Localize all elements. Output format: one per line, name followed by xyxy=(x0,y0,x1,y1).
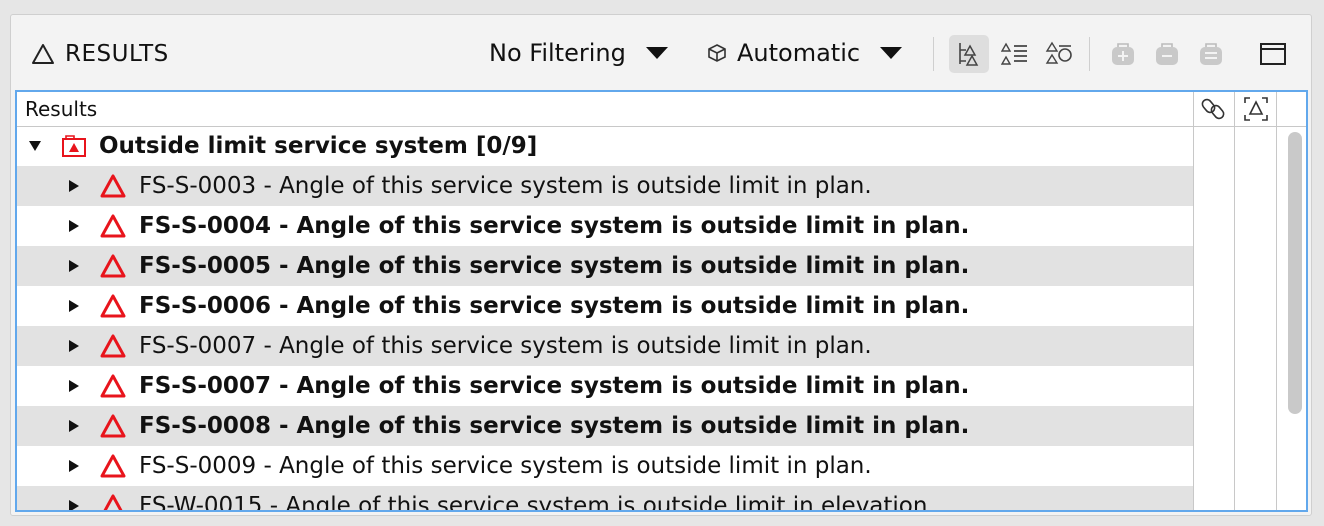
group-row[interactable]: Outside limit service system [0/9] xyxy=(17,126,1193,166)
toolbar-separator xyxy=(933,37,934,71)
list-view-button[interactable] xyxy=(995,35,1035,73)
group-label: Outside limit service system [0/9] xyxy=(99,133,538,159)
column-divider xyxy=(1193,126,1194,510)
chevron-down-icon xyxy=(880,47,903,59)
expand-arrow-icon[interactable] xyxy=(69,500,79,510)
result-row[interactable]: FS-S-0007 - Angle of this service system… xyxy=(17,326,1193,366)
remove-icon xyxy=(1156,43,1178,65)
result-rows: Outside limit service system [0/9] FS-S-… xyxy=(17,126,1193,512)
result-row-label: FS-S-0006 - Angle of this service system… xyxy=(139,293,970,319)
list-view-icon xyxy=(1001,42,1027,65)
results-tree[interactable]: Results Outside limit service system [0/… xyxy=(15,90,1308,512)
column-header-row: Results xyxy=(17,92,1306,127)
expand-arrow-icon[interactable] xyxy=(69,460,79,472)
collapse-arrow-icon[interactable] xyxy=(29,141,41,151)
expand-arrow-icon[interactable] xyxy=(69,380,79,392)
clear-button[interactable] xyxy=(1191,35,1231,73)
mode-dropdown[interactable]: Automatic xyxy=(705,37,903,69)
result-row-label: FS-S-0005 - Angle of this service system… xyxy=(139,253,970,279)
result-row[interactable]: FS-S-0008 - Angle of this service system… xyxy=(17,406,1193,446)
header-filler xyxy=(1276,92,1297,126)
expand-arrow-icon[interactable] xyxy=(69,180,79,192)
add-button[interactable] xyxy=(1103,35,1143,73)
result-row-label: FS-S-0007 - Angle of this service system… xyxy=(139,333,872,359)
warning-triangle-icon xyxy=(103,494,123,510)
results-panel: RESULTS No Filtering Automatic Results O… xyxy=(10,14,1312,516)
warning-triangle-icon xyxy=(100,254,126,278)
warning-outline-icon xyxy=(32,44,54,64)
tree-view-button[interactable] xyxy=(949,35,989,73)
column-divider xyxy=(1276,126,1277,510)
chevron-down-icon xyxy=(645,47,668,59)
window-button[interactable] xyxy=(1253,35,1293,73)
filter-dropdown[interactable]: No Filtering xyxy=(489,37,668,69)
result-row[interactable]: FS-S-0005 - Angle of this service system… xyxy=(17,246,1193,286)
remove-button[interactable] xyxy=(1147,35,1187,73)
panel-toolbar: RESULTS No Filtering Automatic xyxy=(11,15,1311,91)
warning-triangle-icon xyxy=(100,174,126,198)
warning-triangle-icon xyxy=(100,214,126,238)
result-row[interactable]: FS-S-0007 - Angle of this service system… xyxy=(17,366,1193,406)
clear-icon xyxy=(1200,43,1222,65)
cube-icon xyxy=(708,44,726,62)
toolbar-separator xyxy=(1089,37,1090,71)
result-row-label: FS-S-0008 - Angle of this service system… xyxy=(139,413,970,439)
result-row-label: FS-S-0004 - Angle of this service system… xyxy=(139,213,970,239)
warning-triangle-icon xyxy=(100,294,126,318)
expand-arrow-icon[interactable] xyxy=(69,220,79,232)
link-column-header[interactable] xyxy=(1193,92,1234,126)
window-icon xyxy=(1260,43,1286,65)
expand-arrow-icon[interactable] xyxy=(69,300,79,312)
column-divider xyxy=(1234,126,1235,510)
warning-triangle-icon xyxy=(100,414,126,438)
warning-triangle-icon xyxy=(100,374,126,398)
expand-arrow-icon[interactable] xyxy=(69,340,79,352)
link-icon xyxy=(1201,98,1225,120)
mode-dropdown-label: Automatic xyxy=(737,39,861,67)
result-row-label: FS-S-0003 - Angle of this service system… xyxy=(139,173,872,199)
result-row[interactable]: FS-S-0006 - Angle of this service system… xyxy=(17,286,1193,326)
results-column-header[interactable]: Results xyxy=(25,97,97,121)
group-warning-icon xyxy=(62,135,86,157)
result-row-label: FS-W-0015 - Angle of this service system… xyxy=(139,493,935,512)
add-icon xyxy=(1112,43,1134,65)
tag-icon xyxy=(1244,97,1268,121)
expand-arrow-icon[interactable] xyxy=(69,420,79,432)
result-row[interactable]: FS-W-0015 - Angle of this service system… xyxy=(17,486,1193,512)
result-row[interactable]: FS-S-0003 - Angle of this service system… xyxy=(17,166,1193,206)
result-row[interactable]: FS-S-0009 - Angle of this service system… xyxy=(17,446,1193,486)
tag-column-header[interactable] xyxy=(1234,92,1277,126)
tree-view-icon xyxy=(959,43,979,66)
result-row[interactable]: FS-S-0004 - Angle of this service system… xyxy=(17,206,1193,246)
vertical-scrollbar[interactable] xyxy=(1288,132,1302,414)
group-view-button[interactable] xyxy=(1039,35,1079,73)
panel-title: RESULTS xyxy=(31,39,169,69)
warning-triangle-icon xyxy=(100,334,126,358)
group-view-icon xyxy=(1045,41,1072,64)
result-row-label: FS-S-0009 - Angle of this service system… xyxy=(139,453,872,479)
filter-dropdown-label: No Filtering xyxy=(489,39,626,67)
expand-arrow-icon[interactable] xyxy=(69,260,79,272)
result-items: FS-S-0003 - Angle of this service system… xyxy=(17,166,1193,512)
result-row-label: FS-S-0007 - Angle of this service system… xyxy=(139,373,970,399)
warning-triangle-icon xyxy=(100,454,126,478)
panel-title-label: RESULTS xyxy=(65,41,169,67)
